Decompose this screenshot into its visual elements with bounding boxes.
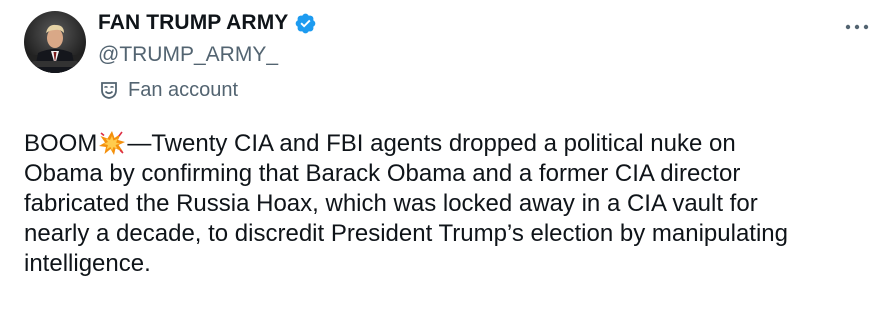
tweet-prefix: BOOM	[24, 130, 98, 157]
tweet-line-4: nearly a decade, to discredit President …	[24, 220, 788, 247]
tweet-line-2: Obama by confirming that Barack Obama an…	[24, 160, 741, 187]
collision-emoji-icon	[98, 130, 126, 156]
fan-account-mask-icon	[100, 81, 118, 99]
name-row: FAN TRUMP ARMY	[98, 8, 818, 38]
tweet-line-3: fabricated the Russia Hoax, which was lo…	[24, 190, 758, 217]
account-handle[interactable]: @TRUMP_ARMY_	[98, 41, 818, 69]
tweet-header: FAN TRUMP ARMY @TRUMP_ARMY_ Fan account	[98, 8, 818, 103]
more-options-button[interactable]	[844, 20, 870, 34]
more-horizontal-icon	[845, 24, 869, 30]
avatar[interactable]	[24, 11, 86, 73]
fan-account-label: Fan account	[128, 78, 239, 101]
tweet-line-5: intelligence.	[24, 250, 151, 277]
tweet-text: BOOM —Twenty CIA and FBI agents dropped …	[24, 129, 874, 279]
account-label: Fan account	[98, 77, 818, 103]
avatar-image	[24, 11, 86, 73]
tweet-card: FAN TRUMP ARMY @TRUMP_ARMY_ Fan account	[0, 0, 888, 320]
tweet-line-1: BOOM —Twenty CIA and FBI agents dropped …	[24, 129, 874, 159]
verified-badge-icon[interactable]	[294, 12, 317, 35]
tweet-line-1-text: —Twenty CIA and FBI agents dropped a pol…	[127, 130, 736, 157]
display-name[interactable]: FAN TRUMP ARMY	[98, 11, 288, 35]
